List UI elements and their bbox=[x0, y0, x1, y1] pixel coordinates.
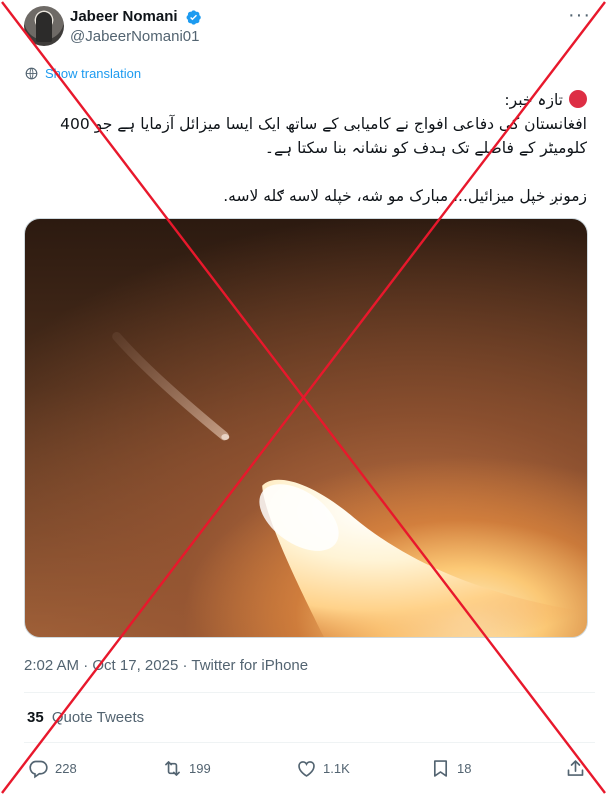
reply-icon bbox=[29, 760, 48, 778]
red-circle-emoji-icon bbox=[569, 90, 587, 108]
tweet-meta: 2:02 AM · Oct 17, 2025 · Twitter for iPh… bbox=[24, 656, 308, 676]
like-count: 1.1K bbox=[323, 760, 350, 776]
divider bbox=[24, 692, 595, 693]
meta-separator: · bbox=[83, 657, 89, 674]
like-button[interactable]: 1.1K bbox=[296, 756, 350, 780]
retweet-count: 199 bbox=[189, 760, 211, 776]
more-options-icon[interactable]: ··· bbox=[568, 5, 591, 25]
action-bar: 228 199 1.1K 18 bbox=[0, 756, 607, 780]
heart-icon bbox=[298, 760, 315, 777]
divider bbox=[24, 742, 595, 743]
tweet-line-headline: تازہ خبر: bbox=[17, 88, 587, 112]
tweet-text: تازہ خبر: افغانستان کی دفاعی افواج نے کا… bbox=[17, 88, 587, 208]
tweet-source: Twitter for iPhone bbox=[191, 657, 309, 674]
show-translation-link[interactable]: Show translation bbox=[24, 64, 141, 82]
quote-tweets-link[interactable]: 35 Quote Tweets bbox=[27, 708, 144, 728]
display-name[interactable]: Jabeer Nomani bbox=[70, 7, 178, 27]
author-info[interactable]: Jabeer Nomani @JabeerNomani01 bbox=[70, 7, 202, 47]
quote-tweets-count: 35 bbox=[27, 709, 44, 726]
tweet-header: Jabeer Nomani @JabeerNomani01 ··· bbox=[24, 5, 591, 48]
quote-tweets-label: Quote Tweets bbox=[51, 709, 145, 726]
tweet-date[interactable]: Oct 17, 2025 bbox=[92, 657, 178, 674]
meta-separator: · bbox=[182, 657, 188, 674]
avatar[interactable] bbox=[24, 6, 64, 46]
retweet-icon bbox=[165, 760, 180, 776]
handle[interactable]: @JabeerNomani01 bbox=[70, 27, 202, 47]
translate-globe-icon bbox=[25, 67, 38, 79]
tweet-line: زمونږ خپل میزائیل... مبارک مو شه، خپله ل… bbox=[223, 187, 587, 205]
retweet-button[interactable]: 199 bbox=[162, 756, 211, 780]
reply-count: 228 bbox=[55, 760, 77, 776]
tweet-line: کلومیٹر کے فاصلے تک ہدف کو نشانہ بنا سکت… bbox=[264, 139, 587, 157]
reply-button[interactable]: 228 bbox=[28, 756, 77, 780]
tweet-media-image[interactable] bbox=[24, 218, 588, 638]
translate-label[interactable]: Show translation bbox=[45, 66, 141, 81]
share-icon bbox=[567, 759, 584, 776]
bookmark-icon bbox=[433, 759, 448, 777]
missile-launch-illustration bbox=[112, 331, 587, 637]
bookmark-count: 18 bbox=[457, 760, 472, 776]
tweet-time[interactable]: 2:02 AM bbox=[24, 657, 79, 674]
bookmark-button[interactable]: 18 bbox=[430, 756, 471, 780]
share-button[interactable] bbox=[565, 756, 586, 780]
tweet-line: افغانستان کی دفاعی افواج نے کامیابی کے س… bbox=[60, 115, 587, 133]
verified-badge-icon bbox=[186, 9, 201, 25]
